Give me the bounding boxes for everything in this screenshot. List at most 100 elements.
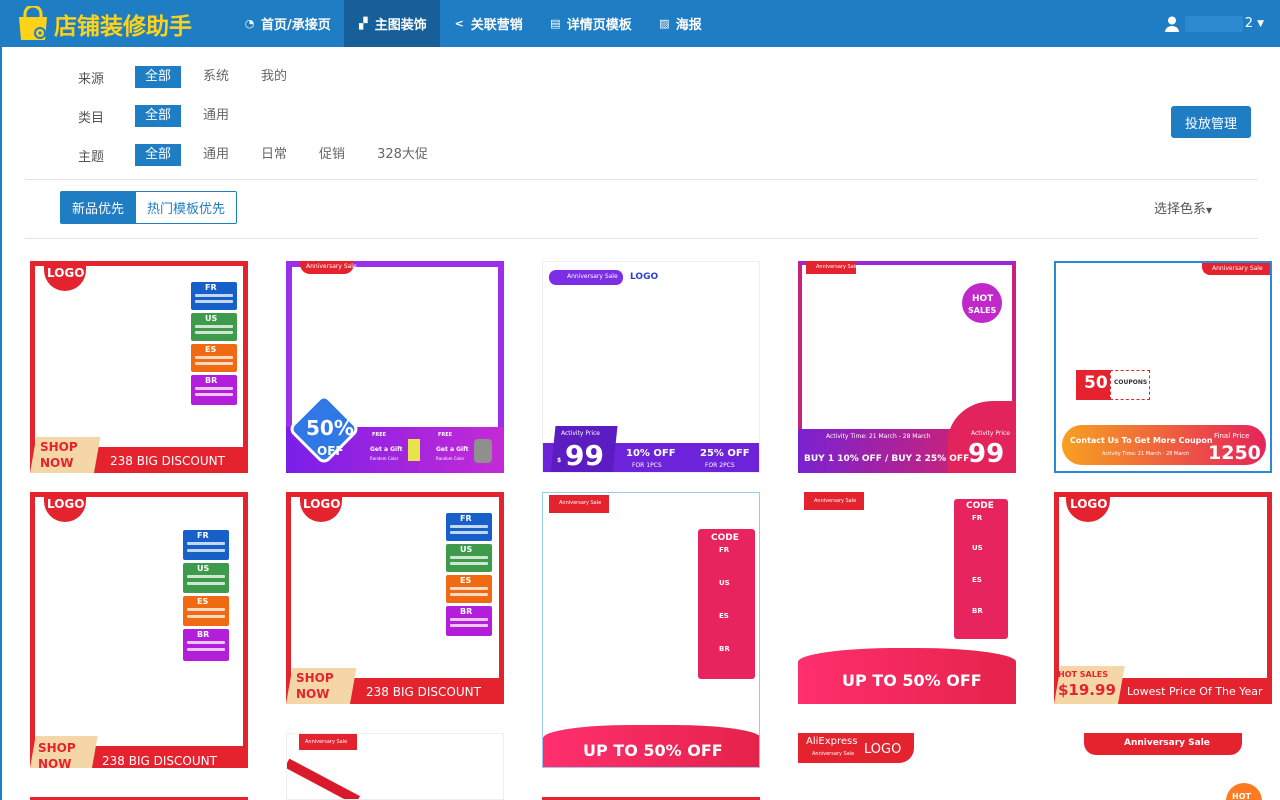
country-label: FR bbox=[197, 531, 209, 540]
country-label: ES bbox=[197, 597, 209, 606]
now-text: NOW bbox=[38, 757, 72, 768]
nav-item-main-image[interactable]: ▞ 主图装饰 bbox=[343, 0, 440, 47]
filter-option-general[interactable]: 通用 bbox=[193, 105, 239, 127]
sort-popular-button[interactable]: 热门模板优先 bbox=[136, 191, 238, 224]
buy-offer-text: BUY 1 10% OFF / BUY 2 25% OFF bbox=[804, 454, 970, 464]
chevron-down-icon: ▼ bbox=[1257, 18, 1264, 29]
username-suffix: 2 bbox=[1244, 16, 1254, 31]
shop-text: SHOP bbox=[40, 440, 78, 454]
activity-price-label: Activity Price bbox=[561, 430, 600, 437]
filter-option-all[interactable]: 全部 bbox=[135, 66, 182, 88]
caret-down-icon: ▼ bbox=[1206, 206, 1213, 215]
gift-text: Get a Gift bbox=[370, 446, 403, 453]
hot-text: HOT bbox=[972, 294, 994, 304]
filter-option-system[interactable]: 系统 bbox=[193, 66, 239, 88]
nav-item-related-marketing[interactable]: < 关联营销 bbox=[440, 0, 536, 47]
vest-image bbox=[408, 439, 420, 461]
template-card[interactable]: LOGO FR US ES BR SHOP NOW 238 BIG DISCOU… bbox=[30, 492, 248, 768]
picture-icon: ▨ bbox=[659, 17, 670, 30]
code-card-fr: FR bbox=[446, 513, 492, 541]
template-card[interactable]: Anniversary Sale 50 COUPONS Contact Us T… bbox=[1054, 261, 1272, 473]
share-icon: < bbox=[454, 17, 464, 30]
template-card[interactable]: Anniversary Sale CODE FR US ES BR UP TO … bbox=[798, 492, 1016, 704]
top-navbar: 店铺装修助手 ◔ 首页/承接页 ▞ 主图装饰 < 关联营销 ▤ 详情页模板 ▨ … bbox=[0, 0, 1280, 47]
image-icon: ▞ bbox=[359, 17, 368, 30]
country-label: ES bbox=[205, 345, 217, 354]
filter-option-mine[interactable]: 我的 bbox=[251, 66, 297, 88]
template-card[interactable]: AliExpress Anniversary Sale LOGO bbox=[798, 733, 1016, 800]
price-text: $19.99 bbox=[1058, 681, 1116, 699]
template-card[interactable]: Anniversary Sale bbox=[286, 733, 504, 800]
country-label: ES bbox=[460, 576, 472, 585]
template-card[interactable]: Anniversary Sale LOGO Activity Price $ 9… bbox=[542, 261, 760, 473]
currency: $ bbox=[557, 457, 562, 464]
code-card-br: BR bbox=[183, 629, 229, 661]
code-card-es: ES bbox=[191, 344, 237, 372]
country-label: BR bbox=[205, 376, 218, 385]
filter-option-328[interactable]: 328大促 bbox=[367, 144, 438, 166]
discount-text: 238 BIG DISCOUNT bbox=[102, 754, 217, 768]
promo-headline: UP TO 50% OFF bbox=[842, 671, 982, 690]
code-label: CODE bbox=[966, 501, 994, 511]
template-card[interactable]: LOGO FR US ES BR SHOP NOW 238 BIG DISCOU… bbox=[286, 492, 504, 704]
country-label: US bbox=[972, 544, 983, 552]
logo-text: LOGO bbox=[630, 272, 659, 282]
template-card[interactable]: LOGO FR US ES BR SHOP NOW 238 BIG DISCOU… bbox=[30, 261, 248, 473]
filter-option-general[interactable]: 通用 bbox=[193, 144, 239, 166]
user-menu[interactable]: 2 ▼ bbox=[1164, 0, 1264, 47]
filter-option-all[interactable]: 全部 bbox=[135, 144, 182, 166]
coupons-label: COUPONS bbox=[1114, 379, 1148, 386]
price-text: 99 bbox=[565, 439, 604, 472]
nav-item-detail-template[interactable]: ▤ 详情页模板 bbox=[536, 0, 645, 47]
template-card[interactable]: Anniversary Sale CODE FR US ES BR UP TO … bbox=[542, 492, 760, 768]
anniversary-label: Anniversary Sale bbox=[1124, 738, 1210, 748]
random-color-text: Random Color bbox=[436, 456, 465, 461]
template-card[interactable]: LOGO HOT SALES $19.99 Lowest Price Of Th… bbox=[1054, 492, 1272, 704]
nav-label: 主图装饰 bbox=[374, 18, 427, 33]
template-card[interactable]: Anniversary Sale HOT bbox=[1054, 733, 1272, 800]
divider bbox=[25, 238, 1258, 239]
off-text: OFF bbox=[317, 444, 344, 458]
code-card-es: ES bbox=[183, 596, 229, 626]
filter-option-daily[interactable]: 日常 bbox=[251, 144, 297, 166]
logo-text: LOGO bbox=[1070, 497, 1108, 511]
sales-text: SALES bbox=[968, 306, 997, 315]
activity-time: Activity Time: 21 March - 28 March bbox=[826, 433, 931, 440]
country-label: FR bbox=[972, 514, 983, 522]
country-label: US bbox=[460, 545, 473, 554]
country-label: FR bbox=[205, 283, 217, 292]
nav-item-home[interactable]: ◔ 首页/承接页 bbox=[230, 0, 344, 47]
code-card-br: BR bbox=[191, 375, 237, 405]
percent-text: 50% bbox=[306, 416, 354, 440]
sort-newest-button[interactable]: 新品优先 bbox=[60, 191, 137, 224]
filter-option-all[interactable]: 全部 bbox=[135, 105, 182, 127]
user-icon bbox=[1164, 16, 1179, 32]
logo-text: LOGO bbox=[864, 742, 902, 757]
template-card[interactable]: Anniversary Sale HOT SALES Activity Time… bbox=[798, 261, 1016, 473]
coupon-value: 50 bbox=[1084, 373, 1108, 393]
list-icon: ▤ bbox=[550, 17, 561, 30]
logo-text: LOGO bbox=[47, 266, 85, 280]
filter-source: 来源 全部 系统 我的 bbox=[78, 66, 309, 88]
manage-button[interactable]: 投放管理 bbox=[1171, 106, 1251, 138]
country-label: FR bbox=[719, 546, 730, 554]
now-text: NOW bbox=[296, 687, 330, 701]
nav-label: 首页/承接页 bbox=[261, 18, 331, 33]
filter-option-promo[interactable]: 促销 bbox=[309, 144, 355, 166]
gift-text: Get a Gift bbox=[436, 446, 469, 453]
app-logo[interactable]: 店铺装修助手 bbox=[16, 4, 192, 42]
country-label: US bbox=[205, 314, 218, 323]
left-edge bbox=[0, 47, 2, 800]
color-picker-dropdown[interactable]: 选择色系▼ bbox=[1154, 198, 1212, 217]
country-label: ES bbox=[719, 612, 729, 620]
code-card-us: US bbox=[191, 313, 237, 341]
offer-sub: FOR 2PCS bbox=[705, 462, 735, 469]
template-card[interactable]: Anniversary Sale 50% OFF FREE Get a Gift… bbox=[286, 261, 504, 473]
username-masked bbox=[1184, 15, 1243, 32]
hot-text: HOT bbox=[1232, 792, 1251, 800]
logo-text: LOGO bbox=[303, 497, 341, 511]
country-label: BR bbox=[197, 630, 210, 639]
nav-item-poster[interactable]: ▨ 海报 bbox=[645, 0, 715, 47]
code-card-us: US bbox=[446, 544, 492, 572]
main-nav: ◔ 首页/承接页 ▞ 主图装饰 < 关联营销 ▤ 详情页模板 ▨ 海报 bbox=[230, 0, 715, 47]
